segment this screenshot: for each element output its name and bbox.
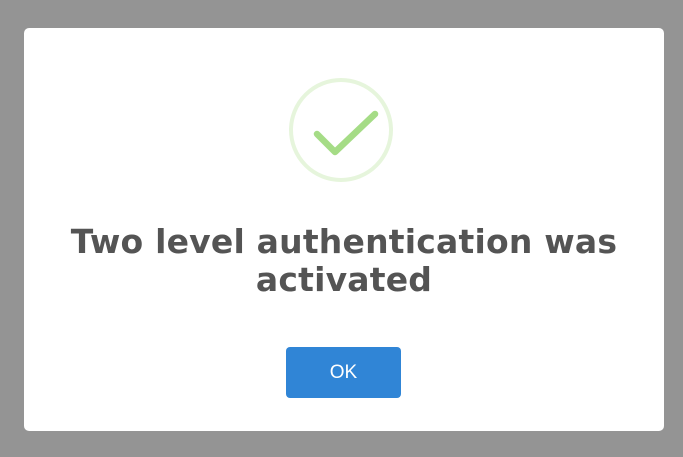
alert-dialog: Two level authentication was activated O… [24, 28, 664, 431]
dialog-title: Two level authentication was activated [70, 222, 618, 299]
checkmark-icon [313, 110, 379, 156]
ok-button[interactable]: OK [286, 347, 401, 398]
success-checkmark-icon [289, 78, 393, 182]
